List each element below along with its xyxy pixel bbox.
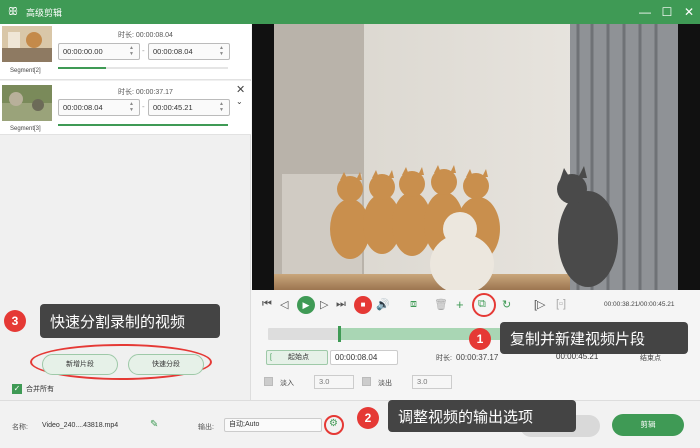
mark-out-icon[interactable]: [▫] xyxy=(556,298,566,310)
segment-thumbnail xyxy=(2,85,52,121)
playback-time: 00:00:38.21/00:00:45.21 xyxy=(604,301,675,308)
segment-item[interactable]: Segment[3] 时长: 00:00:37.17 00:00:08.04 ▲ ▼… xyxy=(0,81,251,135)
skip-start-icon[interactable]: ⏮ xyxy=(262,298,272,311)
mark-in-icon[interactable]: [▷ xyxy=(534,298,546,311)
annotation-number-3: 3 xyxy=(4,310,26,332)
merge-label: 合并所有 xyxy=(26,386,54,393)
stop-button[interactable]: ■ xyxy=(354,296,372,314)
set-start-button[interactable]: [起始点 xyxy=(266,350,328,365)
app-logo-icon: ꕥ xyxy=(7,6,19,18)
segment-end-input[interactable]: 00:00:45.21 ▲ ▼ xyxy=(148,99,230,116)
edit-name-icon[interactable]: ✎ xyxy=(150,419,158,430)
bottom-bar: 名称: Video_240....43818.mp4 ✎ 输出: 自动;Auto… xyxy=(0,400,700,448)
annotation-callout-3: 快速分割录制的视频 xyxy=(40,304,220,338)
segment-duration: 时长: 00:00:37.17 xyxy=(118,89,173,96)
file-name: Video_240....43818.mp4 xyxy=(42,422,119,429)
segment-start-input[interactable]: 00:00:00.00 ▲ ▼ xyxy=(58,43,140,60)
fade-in-checkbox[interactable] xyxy=(264,377,273,386)
annotation-callout-2: 调整视频的输出选项 xyxy=(388,400,576,432)
split-icon[interactable]: ⧈ xyxy=(410,298,417,311)
fade-out-checkbox[interactable] xyxy=(362,377,371,386)
segment-start-input[interactable]: 00:00:08.04 ▲ ▼ xyxy=(58,99,140,116)
annotation-number-2: 2 xyxy=(357,407,379,429)
output-format-field[interactable]: 自动;Auto xyxy=(224,418,322,432)
new-segment-button[interactable]: 新增片段 xyxy=(42,354,118,375)
segment-progress xyxy=(58,124,228,126)
video-preview[interactable] xyxy=(252,24,700,290)
segment-progress xyxy=(58,67,228,69)
play-button[interactable]: ▶ xyxy=(297,296,315,314)
settings-gear-icon[interactable]: ⚙ xyxy=(329,418,338,429)
quick-split-button[interactable]: 快速分段 xyxy=(128,354,204,375)
volume-icon[interactable]: 🔊 xyxy=(376,298,390,311)
next-frame-icon[interactable]: ▷ xyxy=(320,298,328,311)
chevron-down-icon[interactable]: ⌄ xyxy=(236,97,243,106)
delete-icon[interactable]: 🗑 xyxy=(434,298,448,311)
video-frame xyxy=(252,24,700,290)
annotation-number-1: 1 xyxy=(469,328,491,350)
fade-in-label: 淡入 xyxy=(280,380,294,387)
segment-item[interactable]: Segment[2] 时长: 00:00:08.04 00:00:00.00 ▲ ▼… xyxy=(0,24,251,80)
range-separator: - xyxy=(142,46,145,55)
close-window-button[interactable]: ✕ xyxy=(678,0,700,24)
set-end-button[interactable]: 结束点 xyxy=(640,353,661,363)
segment-duration: 时长: 00:00:08.04 xyxy=(118,32,173,39)
fade-in-input[interactable]: 3.0 xyxy=(314,375,354,389)
clip-button[interactable]: 剪辑 xyxy=(612,414,684,436)
range-separator: - xyxy=(142,102,145,111)
prev-frame-icon[interactable]: ◁ xyxy=(280,298,288,311)
fade-out-label: 淡出 xyxy=(378,380,392,387)
window-title: 高级剪辑 xyxy=(26,7,63,18)
close-icon[interactable]: ✕ xyxy=(236,83,245,96)
merge-checkbox[interactable]: ✓ xyxy=(12,384,22,394)
reset-icon[interactable]: ↻ xyxy=(502,298,511,311)
start-time-input[interactable]: 00:00:08.04 xyxy=(330,350,398,365)
maximize-button[interactable]: ☐ xyxy=(656,0,678,24)
title-bar: ꕥ 高级剪辑 — ☐ ✕ xyxy=(0,0,700,24)
duration-value: 00:00:37.17 xyxy=(456,353,499,362)
duplicate-icon[interactable]: ⧉ xyxy=(478,298,486,311)
segment-thumbnail xyxy=(2,26,52,62)
segment-label: Segment[2] xyxy=(10,68,41,74)
fade-out-input[interactable]: 3.0 xyxy=(412,375,452,389)
name-label: 名称: xyxy=(12,424,28,431)
skip-end-icon[interactable]: ⏭ xyxy=(336,298,346,311)
segment-label: Segment[3] xyxy=(10,126,41,132)
duration-label: 时长: xyxy=(436,355,452,362)
merge-all-option[interactable]: ✓ 合并所有 xyxy=(12,384,54,394)
output-label: 输出: xyxy=(198,424,214,431)
timeline-start-handle[interactable] xyxy=(338,326,341,342)
end-time-input[interactable]: 00:00:45.21 xyxy=(552,350,606,365)
minimize-button[interactable]: — xyxy=(634,0,656,24)
segment-end-input[interactable]: 00:00:08.04 ▲ ▼ xyxy=(148,43,230,60)
add-icon[interactable]: + xyxy=(456,297,464,312)
